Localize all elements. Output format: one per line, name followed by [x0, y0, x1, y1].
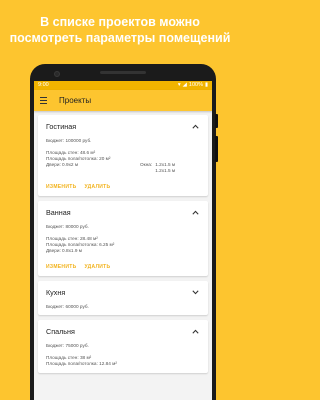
- room-name: Гостиная: [46, 121, 77, 131]
- chevron-up-icon[interactable]: [190, 121, 200, 131]
- volume-button: [215, 136, 218, 162]
- doors-size: Двери: 0.8х1.9 м: [46, 248, 82, 253]
- promo-line-2: посмотреть параметры помещений: [9, 31, 231, 45]
- room-list: Гостиная Бюджет: 100000 руб. Площадь сте…: [34, 111, 212, 373]
- room-params: Площадь стен: 48.6 м² Площадь пола/потол…: [46, 150, 200, 174]
- windows-label: Окна:: [140, 162, 153, 167]
- app-bar: Проекты: [34, 90, 212, 111]
- chevron-up-icon[interactable]: [190, 207, 200, 217]
- status-bar: 9:00 ▾ ◢ 100% ▮: [34, 81, 212, 90]
- room-name: Спальня: [46, 326, 75, 336]
- room-card: Спальня Бюджет: 75000 руб. Площадь стен:…: [38, 320, 208, 373]
- edit-button[interactable]: ИЗМЕНИТЬ: [46, 184, 76, 190]
- camera: [54, 71, 60, 77]
- edit-button[interactable]: ИЗМЕНИТЬ: [46, 264, 76, 270]
- room-card[interactable]: Кухня Бюджет: 60000 руб.: [38, 281, 208, 315]
- battery-icon: ▮: [204, 82, 208, 88]
- room-card: Гостиная Бюджет: 100000 руб. Площадь сте…: [38, 115, 208, 196]
- chevron-down-icon[interactable]: [190, 287, 200, 297]
- floor-area: Площадь пола/потолка: 12.84 м²: [46, 361, 117, 366]
- phone-frame: 9:00 ▾ ◢ 100% ▮ Проекты Гостиная Бюджет:…: [30, 64, 218, 400]
- app-screen: 9:00 ▾ ◢ 100% ▮ Проекты Гостиная Бюджет:…: [34, 81, 212, 400]
- speaker: [100, 71, 146, 74]
- room-budget: Бюджет: 60000 руб.: [46, 304, 89, 309]
- room-params: Площадь стен: 28.48 м² Площадь пола/пото…: [46, 236, 200, 254]
- room-name: Ванная: [46, 207, 71, 217]
- delete-button[interactable]: УДАЛИТЬ: [84, 264, 110, 270]
- promo-caption: В списке проектов можно посмотреть парам…: [0, 14, 240, 46]
- room-name: Кухня: [46, 287, 66, 297]
- room-budget: Бюджет: 75000 руб.: [46, 343, 89, 348]
- delete-button[interactable]: УДАЛИТЬ: [84, 184, 110, 190]
- power-button: [215, 114, 218, 128]
- room-card: Ванная Бюджет: 80000 руб. Площадь стен: …: [38, 201, 208, 276]
- promo-line-1: В списке проектов можно: [40, 15, 200, 29]
- wifi-icon: ▾: [177, 82, 181, 88]
- status-time: 9:00: [38, 82, 49, 88]
- battery-percent: 100%: [188, 82, 203, 88]
- page-title: Проекты: [59, 96, 92, 105]
- room-budget: Бюджет: 100000 руб.: [46, 138, 92, 143]
- room-params: Площадь стен: 38 м² Площадь пола/потолка…: [46, 355, 200, 367]
- window-size: 1.2х1.5 м: [155, 168, 176, 173]
- chevron-up-icon[interactable]: [190, 326, 200, 336]
- signal-icon: ◢: [182, 82, 187, 88]
- menu-icon[interactable]: [40, 97, 47, 104]
- room-budget: Бюджет: 80000 руб.: [46, 224, 89, 229]
- doors-size: Двери: 0.9х2 м: [46, 162, 79, 167]
